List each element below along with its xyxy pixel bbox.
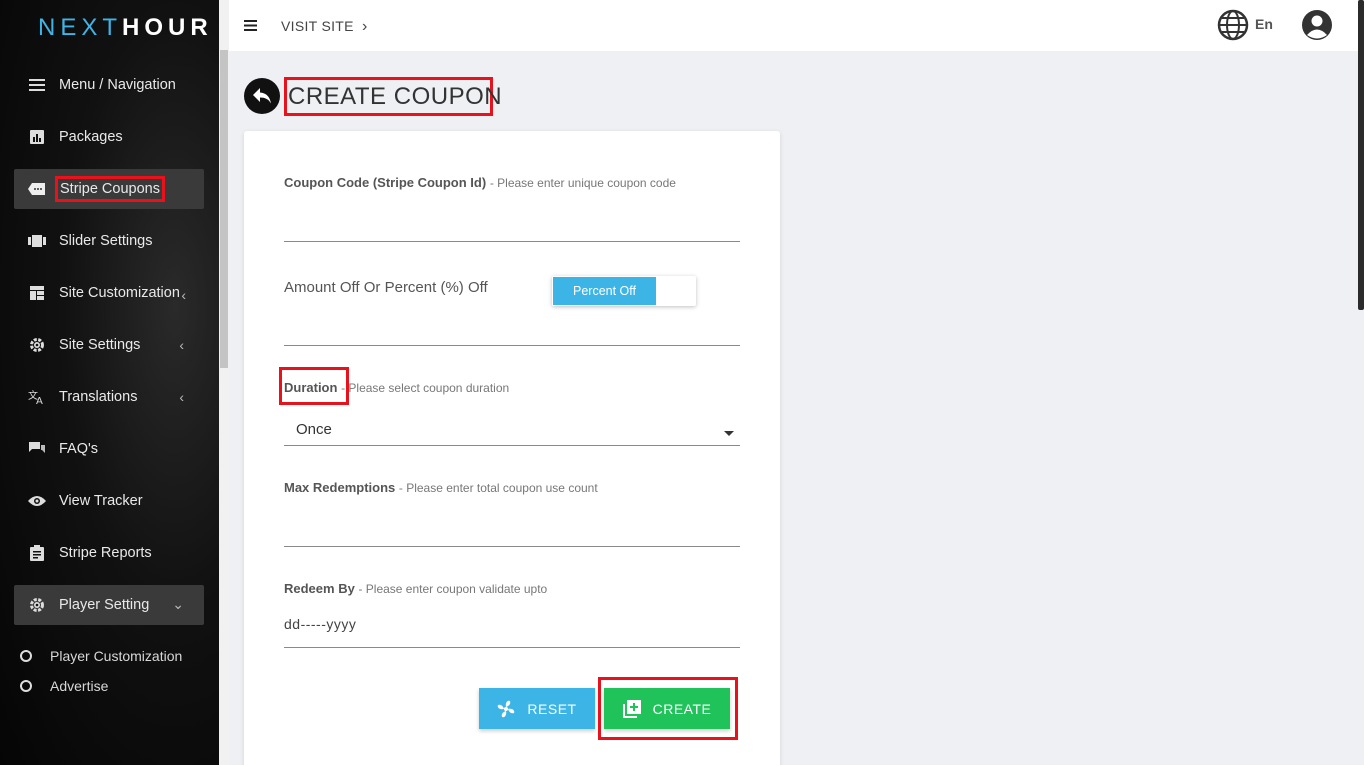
- max-redemptions-hint: - Please enter total coupon use count: [398, 481, 598, 495]
- create-button[interactable]: CREATE: [604, 688, 730, 729]
- sidebar-item-stripe-reports[interactable]: Stripe Reports: [14, 533, 204, 573]
- sidebar-subitem-label: Player Customization: [50, 648, 183, 664]
- sidebar-item-slider-settings[interactable]: Slider Settings: [14, 221, 204, 261]
- coupon-code-label-text: Coupon Code (Stripe Coupon Id): [284, 175, 487, 190]
- sidebar-subitem-player-customization[interactable]: Player Customization: [20, 648, 182, 664]
- percent-off-toggle-label: Percent Off: [553, 277, 656, 305]
- create-coupon-form: Coupon Code (Stripe Coupon Id) - Please …: [244, 131, 780, 765]
- chevron-left-icon: ‹: [181, 287, 186, 303]
- brand-logo[interactable]: NEXTHOUR: [38, 14, 213, 42]
- sidebar-item-label: Translations: [59, 389, 138, 405]
- sidebar-scroll-thumb[interactable]: [220, 50, 228, 368]
- duration-label-text: Duration: [284, 380, 338, 395]
- sidebar-item-translations[interactable]: 文A Translations ‹: [14, 377, 204, 417]
- hamburger-icon[interactable]: [244, 18, 257, 36]
- chat-icon: [28, 440, 46, 458]
- sidebar-item-stripe-coupons[interactable]: Stripe Coupons: [14, 169, 204, 209]
- gear-icon: [28, 596, 46, 614]
- coupon-code-label: Coupon Code (Stripe Coupon Id) - Please …: [284, 175, 676, 190]
- translate-icon: 文A: [28, 388, 46, 406]
- page-title: CREATE COUPON: [288, 83, 503, 110]
- visit-site-label: VISIT SITE: [281, 18, 354, 34]
- coupon-icon: [28, 180, 46, 198]
- sidebar-item-label: Stripe Reports: [59, 545, 152, 561]
- visit-site-link[interactable]: VISIT SITE ›: [281, 18, 368, 36]
- max-redemptions-label: Max Redemptions - Please enter total cou…: [284, 480, 598, 495]
- duration-label: Duration - Please select coupon duration: [284, 380, 509, 395]
- sidebar-nav: Menu / Navigation Packages Stripe Coupon…: [14, 65, 204, 637]
- dropdown-arrow-icon[interactable]: [724, 431, 734, 436]
- brand-part1: NEXT: [38, 14, 123, 41]
- sidebar-item-label: FAQ's: [59, 441, 99, 457]
- duration-select[interactable]: [284, 445, 740, 446]
- redeem-by-label-text: Redeem By: [284, 581, 355, 596]
- sidebar-item-label: View Tracker: [59, 493, 143, 509]
- amount-off-label: Amount Off Or Percent (%) Off: [284, 279, 488, 296]
- sidebar-subitem-advertise[interactable]: Advertise: [20, 678, 108, 694]
- circle-icon: [20, 680, 32, 692]
- sidebar-item-label: Packages: [59, 129, 123, 145]
- sidebar-item-site-settings[interactable]: Site Settings ‹: [14, 325, 204, 365]
- sidebar-item-view-tracker[interactable]: View Tracker: [14, 481, 204, 521]
- redeem-by-date-value[interactable]: dd-----yyyy: [284, 616, 356, 632]
- redeem-by-hint: - Please enter coupon validate upto: [358, 582, 548, 596]
- language-selector[interactable]: En: [1255, 16, 1273, 32]
- clipboard-icon: [28, 544, 46, 562]
- page-scrollbar-thumb[interactable]: [1358, 0, 1364, 310]
- chevron-left-icon: ‹: [179, 337, 184, 353]
- reset-button-label: RESET: [527, 700, 577, 717]
- sidebar-item-menu-navigation[interactable]: Menu / Navigation: [14, 65, 204, 105]
- brand-part2: HOUR: [122, 14, 213, 41]
- duration-hint: - Please select coupon duration: [341, 381, 510, 395]
- gear-icon: [28, 336, 46, 354]
- duration-select-value[interactable]: Once: [296, 421, 332, 438]
- globe-icon[interactable]: [1217, 9, 1249, 46]
- chevron-left-icon: ‹: [179, 389, 184, 405]
- sidebar-item-faqs[interactable]: FAQ's: [14, 429, 204, 469]
- sidebar-item-player-setting[interactable]: Player Setting ⌄: [14, 585, 204, 625]
- reset-button[interactable]: RESET: [479, 688, 595, 729]
- sidebar-scrollbar[interactable]: [219, 0, 229, 765]
- sidebar-subitem-label: Advertise: [50, 678, 109, 694]
- amount-input[interactable]: [284, 345, 740, 346]
- eye-icon: [28, 492, 46, 510]
- bar-chart-icon: [28, 128, 46, 146]
- create-button-label: CREATE: [652, 700, 712, 717]
- hamburger-icon: [28, 76, 46, 94]
- reply-arrow-icon: [253, 88, 271, 104]
- sidebar-item-label: Stripe Coupons: [55, 176, 165, 202]
- back-button[interactable]: [244, 78, 280, 114]
- redeem-by-label: Redeem By - Please enter coupon validate…: [284, 581, 547, 596]
- slider-icon: [28, 232, 46, 250]
- chevron-right-icon: ›: [361, 18, 368, 35]
- topbar: VISIT SITE › En: [229, 0, 1364, 51]
- account-icon[interactable]: [1300, 8, 1334, 47]
- sidebar-item-site-customization[interactable]: Site Customization ‹: [14, 273, 204, 313]
- layout-icon: [28, 284, 46, 302]
- sidebar-item-label: Site Settings: [59, 337, 141, 353]
- fan-icon: [497, 700, 515, 718]
- svg-text:A: A: [36, 396, 43, 405]
- sidebar-item-label: Site Customization: [59, 285, 180, 301]
- sidebar: NEXTHOUR Menu / Navigation Packages Stri…: [0, 0, 219, 765]
- coupon-code-input[interactable]: [284, 241, 740, 242]
- sidebar-item-label: Menu / Navigation: [59, 77, 176, 93]
- coupon-code-hint: - Please enter unique coupon code: [489, 176, 676, 190]
- percent-off-toggle[interactable]: Percent Off: [552, 276, 696, 306]
- redeem-by-input[interactable]: [284, 647, 740, 648]
- circle-icon: [20, 650, 32, 662]
- chevron-down-icon: ⌄: [172, 596, 184, 612]
- max-redemptions-label-text: Max Redemptions: [284, 480, 396, 495]
- max-redemptions-input[interactable]: [284, 546, 740, 547]
- sidebar-item-label: Slider Settings: [59, 233, 153, 249]
- sidebar-item-label: Player Setting: [59, 597, 150, 613]
- library-add-icon: [622, 699, 641, 718]
- sidebar-item-packages[interactable]: Packages: [14, 117, 204, 157]
